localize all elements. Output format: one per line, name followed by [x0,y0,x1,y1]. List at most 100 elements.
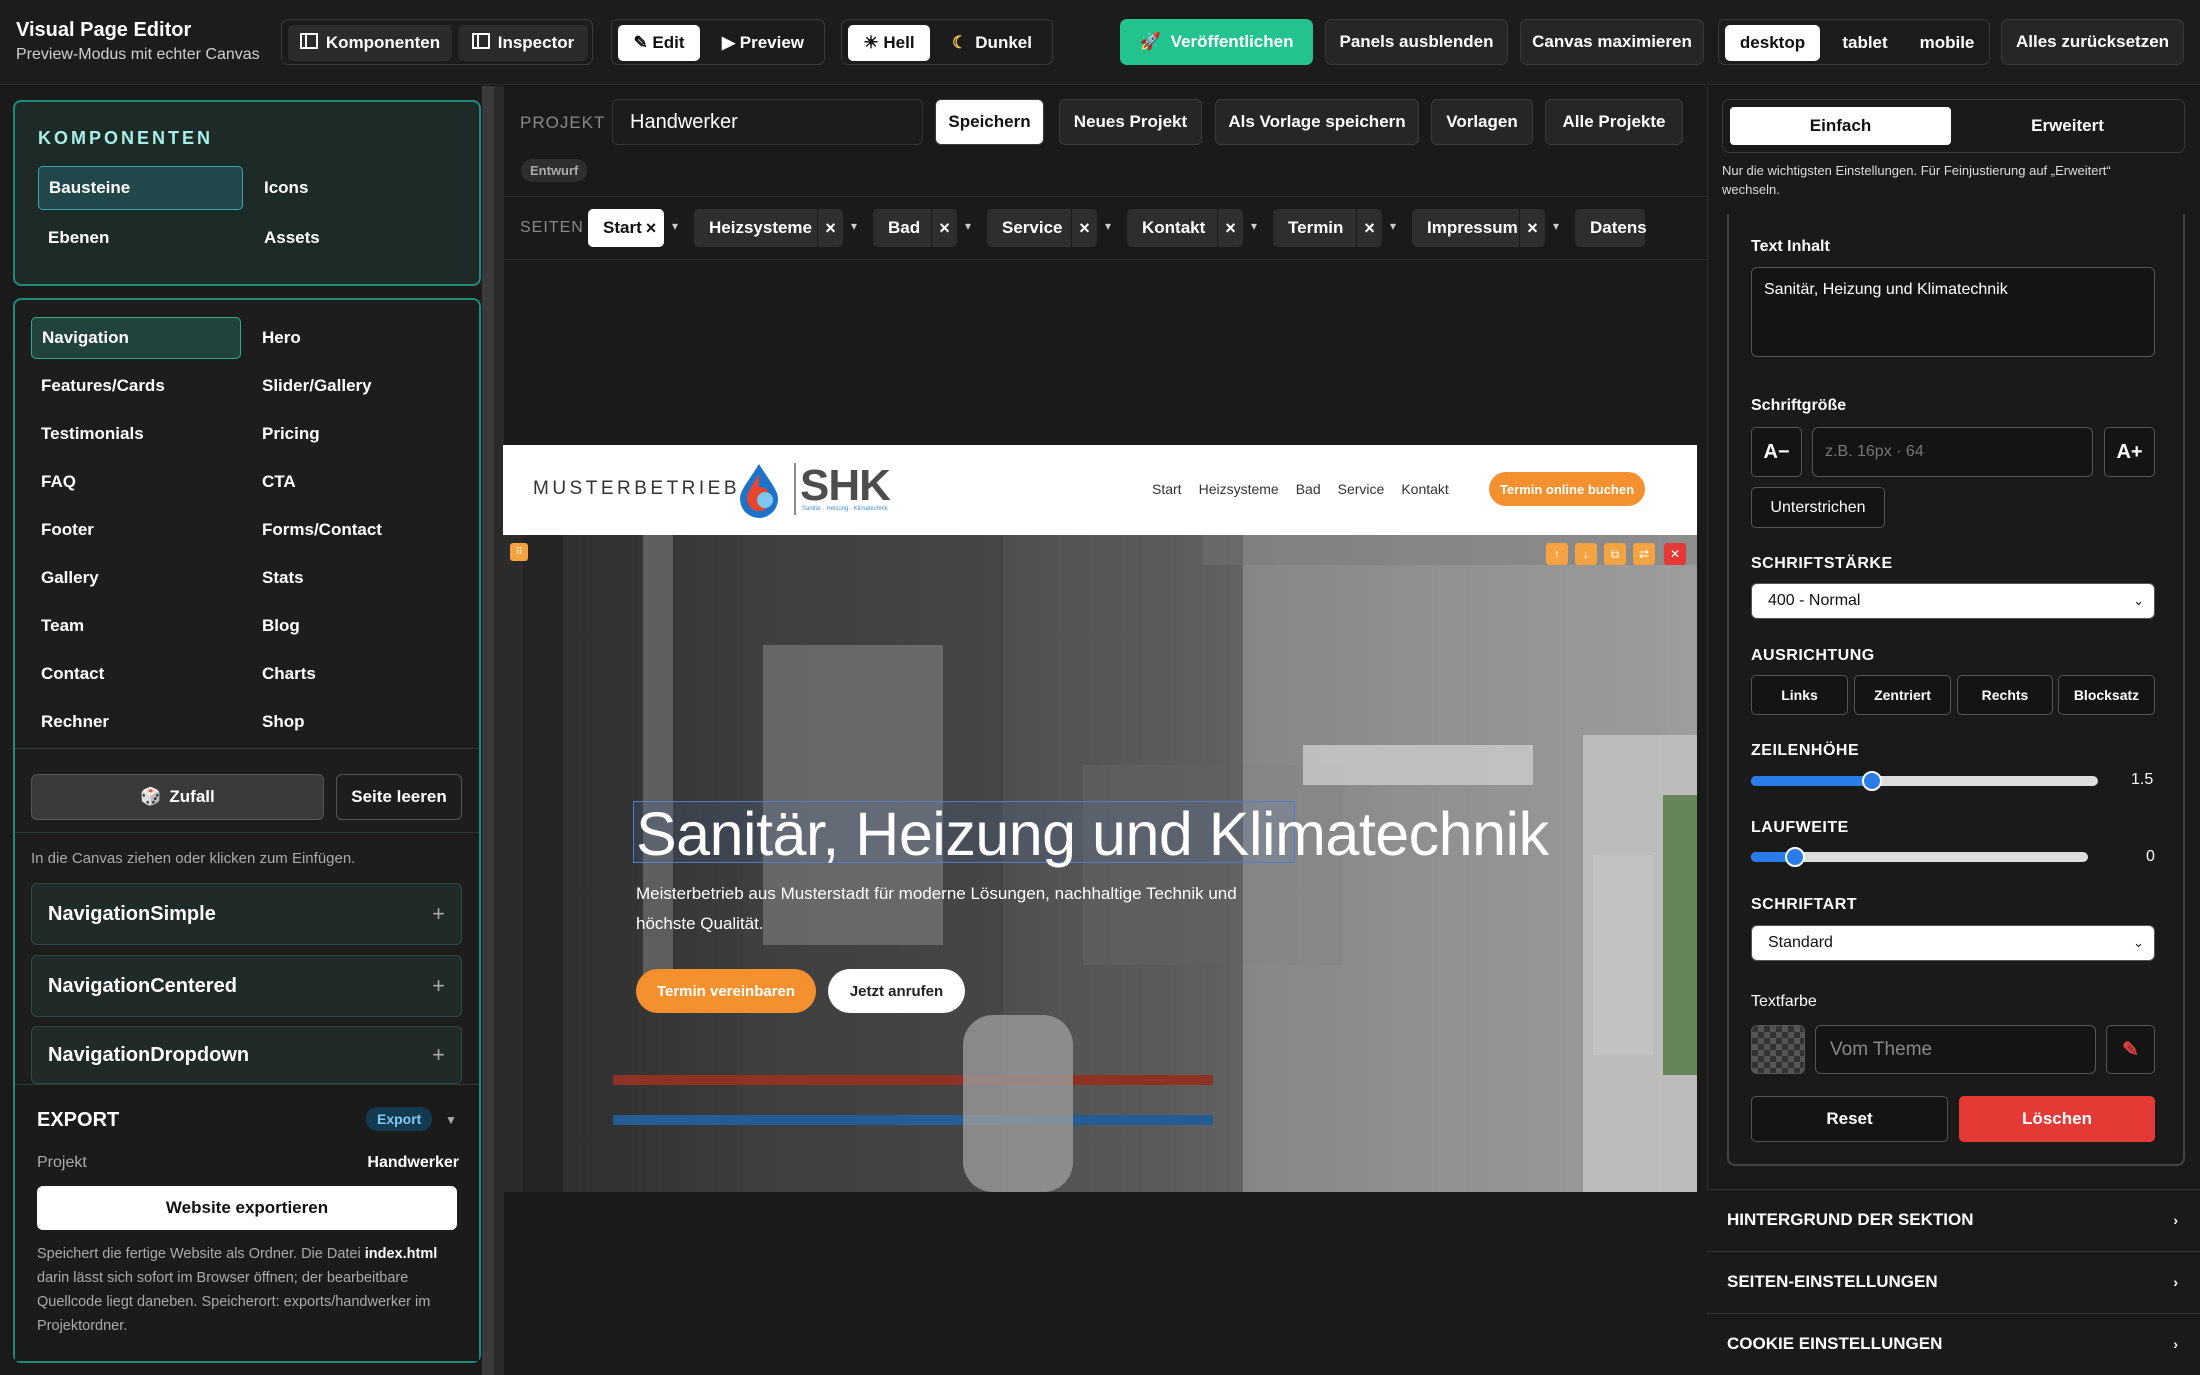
category-shop[interactable]: Shop [252,701,462,743]
page-tab[interactable]: Kontakt × [1127,209,1243,247]
close-icon[interactable]: × [1356,209,1382,247]
inspector-toggle[interactable]: Inspector [458,25,588,61]
font-size-input[interactable]: z.B. 16px · 64 [1812,427,2093,477]
close-icon[interactable]: × [1217,209,1243,247]
reset-button[interactable]: Reset [1751,1096,1948,1142]
category-pricing[interactable]: Pricing [252,413,462,455]
category-team[interactable]: Team [31,605,241,647]
drag-handle-icon[interactable]: ⠿ [510,543,528,561]
site-nav-item[interactable]: Service [1338,481,1385,497]
export-project-label: Projekt [37,1154,87,1171]
reset-all-button[interactable]: Alles zurücksetzen [2001,19,2184,65]
komponenten-toggle[interactable]: Komponenten [288,25,452,61]
page-tab[interactable]: Impressum × [1412,209,1545,247]
eyedropper-icon[interactable]: ✎ [2106,1025,2155,1074]
move-up-icon[interactable]: ↑ [1546,543,1568,565]
chevron-down-icon[interactable]: ▾ [965,219,971,233]
chevron-down-icon[interactable]: ▾ [1105,219,1111,233]
tab-ebenen[interactable]: Ebenen [38,216,243,260]
page-tab[interactable]: Termin × [1273,209,1382,247]
export-website-button[interactable]: Website exportieren [37,1186,457,1230]
site-nav-item[interactable]: Bad [1296,481,1321,497]
category-cta[interactable]: CTA [252,461,462,503]
close-icon[interactable]: × [1071,209,1097,247]
font-family-select[interactable]: Standard ⌄ [1751,925,2155,961]
category-contact[interactable]: Contact [31,653,241,695]
site-cta-button[interactable]: Termin online buchen [1489,472,1645,506]
site-nav-item[interactable]: Heizsysteme [1199,481,1279,497]
chevron-down-icon[interactable]: ▾ [1553,219,1559,233]
clear-page-button[interactable]: Seite leeren [336,774,462,820]
category-charts[interactable]: Charts [252,653,462,695]
page-tab[interactable]: Datens [1575,209,1647,247]
chevron-down-icon[interactable]: ▾ [1251,219,1257,233]
cookie-settings-accordion[interactable]: COOKIE EINSTELLUNGEN › [1707,1313,2200,1374]
tab-assets[interactable]: Assets [254,216,459,260]
close-icon[interactable]: × [1519,209,1545,247]
text-color-input[interactable]: Vom Theme [1815,1025,2096,1074]
duplicate-icon[interactable]: ⧉ [1604,543,1626,565]
hero-primary-button[interactable]: Termin vereinbaren [636,969,816,1013]
category-rechner[interactable]: Rechner [31,701,241,743]
device-tablet[interactable]: tablet [1825,25,1905,61]
chevron-down-icon[interactable]: ▾ [851,219,857,233]
category-navigation[interactable]: Navigation [31,317,241,359]
color-swatch[interactable] [1751,1025,1805,1074]
hero-text[interactable]: Meisterbetrieb aus Musterstadt für moder… [636,879,1256,939]
chevron-down-icon[interactable]: ▼ [445,1113,457,1127]
tab-erweitert[interactable]: Erweitert [1957,107,2178,145]
close-icon[interactable]: × [817,209,843,247]
category-slider-gallery[interactable]: Slider/Gallery [252,365,462,407]
font-size-decrease-button[interactable]: A− [1751,427,1802,477]
category-footer[interactable]: Footer [31,509,241,551]
tab-icons[interactable]: Icons [254,166,459,210]
align-justify-button[interactable]: Blocksatz [2058,675,2155,715]
device-mobile[interactable]: mobile [1909,25,1985,61]
delete-block-icon[interactable]: ✕ [1664,543,1686,565]
category-faq[interactable]: FAQ [31,461,241,503]
random-button[interactable]: 🎲 Zufall [31,774,324,820]
category-hero[interactable]: Hero [252,317,462,359]
component-card[interactable]: NavigationDropdown + [31,1026,462,1084]
device-desktop[interactable]: desktop [1725,25,1820,61]
line-height-slider[interactable] [1751,771,2098,791]
page-tab[interactable]: Bad × [873,209,957,247]
chevron-down-icon[interactable]: ▾ [1390,219,1396,233]
tab-bausteine[interactable]: Bausteine [38,166,243,210]
category-testimonials[interactable]: Testimonials [31,413,241,455]
site-nav-item[interactable]: Start [1152,481,1182,497]
swap-icon[interactable]: ⇄ [1633,543,1655,565]
component-card[interactable]: NavigationSimple + [31,883,462,945]
component-card[interactable]: NavigationCentered + [31,955,462,1017]
chevron-down-icon[interactable]: ▾ [672,219,678,233]
move-down-icon[interactable]: ↓ [1575,543,1597,565]
category-features-cards[interactable]: Features/Cards [31,365,241,407]
text-content-input[interactable]: Sanitär, Heizung und Klimatechnik [1751,267,2155,357]
category-stats[interactable]: Stats [252,557,462,599]
close-icon[interactable]: × [638,209,664,247]
category-forms-contact[interactable]: Forms/Contact [252,509,462,551]
font-size-increase-button[interactable]: A+ [2104,427,2155,477]
site-nav-item[interactable]: Kontakt [1401,481,1448,497]
delete-button[interactable]: Löschen [1959,1096,2155,1142]
close-icon[interactable]: × [931,209,957,247]
hero-section[interactable]: ⠿ Sanitär, Heizung und Klimatechnik Meis… [503,535,1697,1192]
letter-spacing-slider[interactable] [1751,847,2088,867]
font-weight-select[interactable]: 400 - Normal ⌄ [1751,583,2155,619]
sidebar-scrollbar[interactable] [482,86,494,1375]
section-background-accordion[interactable]: HINTERGRUND DER SEKTION › [1707,1189,2200,1250]
tab-einfach[interactable]: Einfach [1730,107,1951,145]
align-left-button[interactable]: Links [1751,675,1848,715]
logo-divider [794,463,796,515]
hero-secondary-button[interactable]: Jetzt anrufen [828,969,965,1013]
align-center-button[interactable]: Zentriert [1854,675,1951,715]
page-tab[interactable]: Start × [588,209,664,247]
category-blog[interactable]: Blog [252,605,462,647]
underline-button[interactable]: Unterstrichen [1751,487,1885,528]
page-tab[interactable]: Heizsysteme × [694,209,843,247]
hero-title[interactable]: Sanitär, Heizung und Klimatechnik [636,799,1549,869]
align-right-button[interactable]: Rechts [1957,675,2053,715]
page-settings-accordion[interactable]: SEITEN-EINSTELLUNGEN › [1707,1251,2200,1312]
page-tab[interactable]: Service × [987,209,1097,247]
category-gallery[interactable]: Gallery [31,557,241,599]
